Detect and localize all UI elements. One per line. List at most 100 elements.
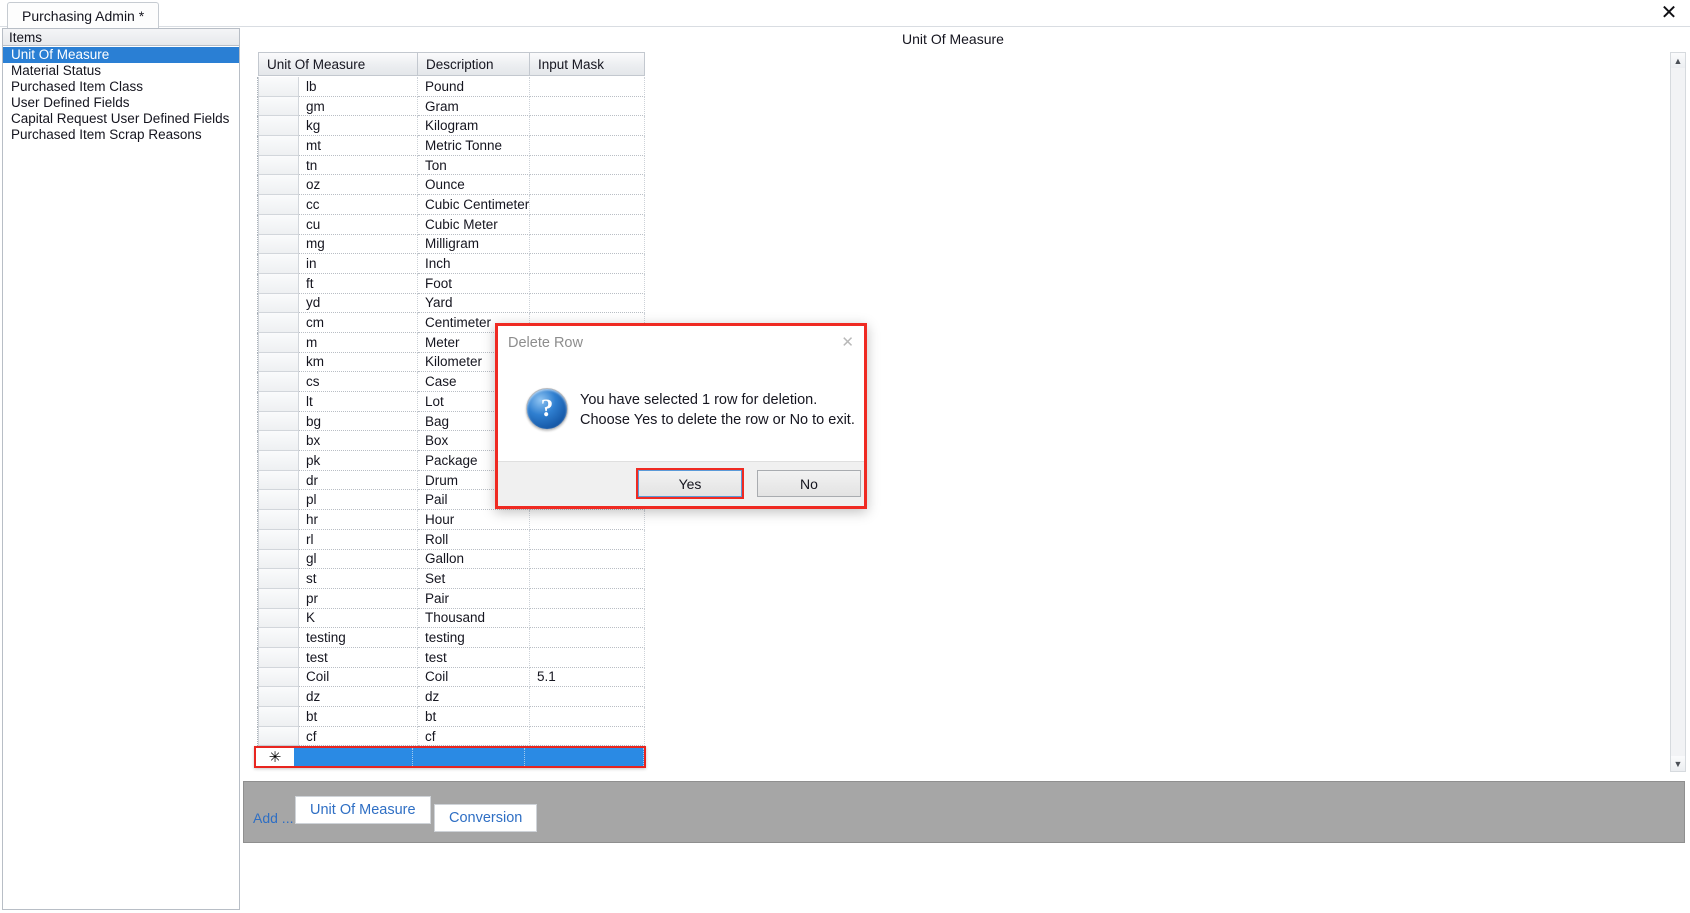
row-selector-button[interactable] [258,470,299,491]
row-selector-button[interactable] [258,332,299,353]
table-cell-description[interactable]: dz [418,687,530,707]
table-cell-input-mask[interactable] [530,293,645,314]
row-selector-button[interactable] [258,392,299,412]
table-cell-description[interactable]: Gram [418,96,530,117]
table-row[interactable]: lb Pound [246,77,1644,97]
table-row[interactable]: cm Centimeter [246,313,1644,333]
table-row[interactable]: cf cf [246,726,1644,747]
table-cell-input-mask[interactable] [530,155,645,176]
dialog-close-icon[interactable]: ✕ [841,333,854,351]
table-cell-uom[interactable]: mg [299,234,418,255]
row-selector-button[interactable] [258,569,299,589]
scroll-down-icon[interactable]: ▼ [1671,756,1685,771]
table-cell-description[interactable]: Foot [418,273,530,294]
table-cell-description[interactable]: Hour [418,510,530,530]
table-cell-uom[interactable]: bx [299,431,418,452]
row-selector-button[interactable] [258,352,299,373]
table-cell-description[interactable]: Kilogram [418,116,530,137]
new-row-cell[interactable] [413,748,525,767]
table-cell-uom[interactable]: mt [299,136,418,156]
table-row[interactable]: oz Ounce [246,175,1644,196]
table-cell-uom[interactable]: dz [299,687,418,707]
row-selector-button[interactable] [258,195,299,215]
table-row[interactable]: Coil Coil 5.1 [246,667,1644,688]
table-cell-input-mask[interactable] [530,529,645,550]
table-cell-uom[interactable]: pr [299,588,418,609]
sidebar-item-user-defined-fields[interactable]: User Defined Fields [3,95,239,111]
row-selector-button[interactable] [258,726,299,747]
table-cell-uom[interactable]: cs [299,372,418,392]
table-cell-uom[interactable]: gl [299,549,418,570]
add-button[interactable]: Add ... [253,810,293,826]
table-row[interactable]: test test [246,647,1644,668]
table-cell-uom[interactable]: in [299,254,418,274]
table-cell-description[interactable]: Ounce [418,175,530,196]
table-cell-uom[interactable]: hr [299,510,418,530]
grid-column-header[interactable]: Unit Of Measure [258,52,418,76]
table-cell-description[interactable]: Ton [418,155,530,176]
table-row[interactable]: cu Cubic Meter [246,214,1644,235]
table-cell-input-mask[interactable] [530,195,645,215]
row-selector-button[interactable] [258,588,299,609]
sidebar-item-material-status[interactable]: Material Status [3,63,239,79]
table-cell-description[interactable]: Yard [418,293,530,314]
table-row[interactable]: pl Pail [246,490,1644,511]
table-cell-input-mask[interactable] [530,136,645,156]
sidebar-item-capital-request-user-defined-fields[interactable]: Capital Request User Defined Fields [3,111,239,127]
row-selector-button[interactable] [258,372,299,392]
table-cell-uom[interactable]: lb [299,77,418,97]
table-cell-description[interactable]: Set [418,569,530,589]
scroll-up-icon[interactable]: ▲ [1671,53,1685,68]
row-selector-button[interactable] [258,451,299,471]
table-cell-description[interactable]: Milligram [418,234,530,255]
table-cell-description[interactable]: Cubic Meter [418,214,530,235]
row-selector-button[interactable] [258,254,299,274]
table-cell-uom[interactable]: cm [299,313,418,333]
grid-column-header[interactable]: Input Mask [530,52,645,76]
row-selector-button[interactable] [258,411,299,432]
row-selector-button[interactable] [258,96,299,117]
row-selector-button[interactable] [258,529,299,550]
table-row[interactable]: yd Yard [246,293,1644,314]
row-selector-button[interactable] [258,175,299,196]
table-cell-uom[interactable]: dr [299,470,418,491]
table-cell-description[interactable]: Metric Tonne [418,136,530,156]
table-cell-input-mask[interactable] [530,77,645,97]
table-row[interactable]: lt Lot [246,392,1644,412]
table-cell-description[interactable]: Coil [418,667,530,688]
table-cell-input-mask[interactable] [530,588,645,609]
table-cell-description[interactable]: Pound [418,77,530,97]
table-cell-input-mask[interactable] [530,175,645,196]
tab-conversion[interactable]: Conversion [434,804,538,832]
table-cell-uom[interactable]: m [299,332,418,353]
table-cell-uom[interactable]: cf [299,726,418,747]
row-selector-button[interactable] [258,608,299,629]
row-selector-button[interactable] [258,155,299,176]
row-selector-button[interactable] [258,116,299,137]
table-row[interactable]: cc Cubic Centimeter [246,195,1644,215]
row-selector-button[interactable] [258,313,299,333]
row-selector-button[interactable] [258,707,299,727]
table-cell-description[interactable]: testing [418,628,530,648]
row-selector-button[interactable] [258,490,299,511]
table-row[interactable]: bt bt [246,707,1644,727]
table-row[interactable]: kg Kilogram [246,116,1644,137]
row-selector-button[interactable] [258,273,299,294]
table-cell-uom[interactable]: gm [299,96,418,117]
table-cell-uom[interactable]: Coil [299,667,418,688]
table-cell-input-mask[interactable] [530,608,645,629]
tab-unit-of-measure[interactable]: Unit Of Measure [295,796,431,824]
table-cell-uom[interactable]: oz [299,175,418,196]
new-row-cell[interactable] [525,748,644,767]
table-cell-uom[interactable]: K [299,608,418,629]
table-cell-uom[interactable]: ft [299,273,418,294]
table-cell-uom[interactable]: bg [299,411,418,432]
table-cell-description[interactable]: Inch [418,254,530,274]
row-selector-button[interactable] [258,293,299,314]
table-row[interactable]: rl Roll [246,529,1644,550]
row-selector-button[interactable] [258,431,299,452]
table-cell-input-mask[interactable] [530,214,645,235]
new-row-selected[interactable]: ✳ [254,746,646,769]
table-cell-input-mask[interactable] [530,647,645,668]
table-row[interactable]: bg Bag [246,411,1644,432]
